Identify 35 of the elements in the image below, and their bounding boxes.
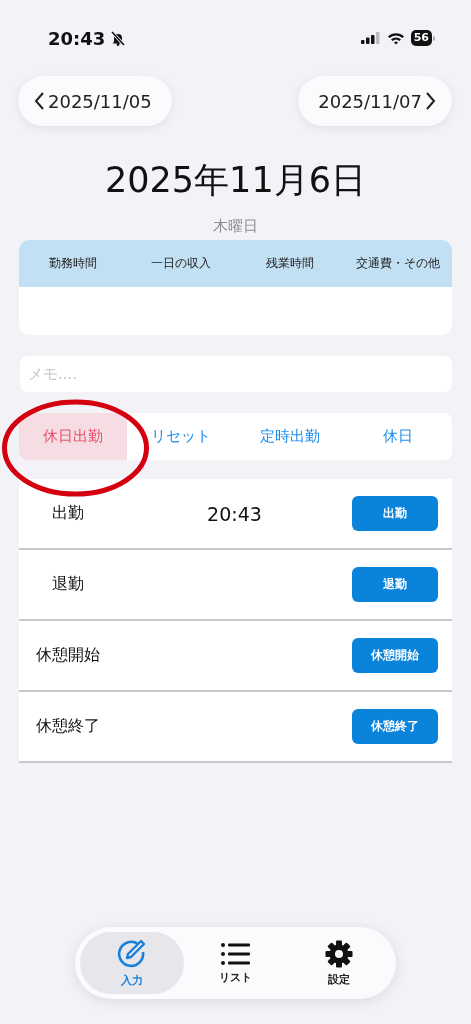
date-title: 2025年11月6日 — [105, 159, 366, 202]
punch-label: 出勤 — [51, 503, 85, 524]
previous-day-button[interactable]: 2025/11/05 — [18, 76, 172, 126]
punch-label: 退勤 — [51, 574, 85, 595]
chevron-left-icon — [34, 91, 45, 111]
list-icon — [220, 941, 251, 966]
pencil-circle-icon — [115, 938, 148, 969]
tab-button[interactable]: 入力 — [80, 932, 184, 994]
column-header: 残業時間 — [264, 255, 315, 272]
weekday-label: 木曜日 — [213, 216, 258, 236]
tab-button[interactable]: リスト — [183, 932, 288, 994]
punch-label: 休憩終了 — [35, 716, 101, 737]
next-day-button[interactable]: 2025/11/07 — [298, 76, 452, 126]
column-header: 交通費・その他 — [354, 255, 441, 272]
signal-icon — [360, 32, 381, 44]
punch-button[interactable]: 休憩開始 — [352, 638, 438, 673]
status-time: 20:43 — [48, 27, 106, 49]
mode-tab[interactable]: リセット — [127, 413, 236, 460]
chevron-right-icon — [425, 91, 436, 111]
punch-button[interactable]: 休憩終了 — [352, 709, 438, 744]
battery-level: 56 — [410, 30, 432, 46]
bell-slash-icon — [111, 30, 126, 46]
punch-label: 休憩開始 — [35, 645, 101, 666]
punch-time: 20:43 — [206, 502, 263, 525]
column-header: 勤務時間 — [48, 255, 99, 272]
gear-icon — [325, 939, 354, 968]
punch-button[interactable]: 出勤 — [352, 496, 438, 531]
mode-tab[interactable]: 休日出勤 — [19, 413, 128, 460]
column-header: 一日の収入 — [150, 255, 213, 272]
tab-button[interactable]: 設定 — [287, 932, 391, 994]
mode-tab[interactable]: 定時出勤 — [235, 413, 344, 460]
punch-button[interactable]: 退勤 — [352, 567, 438, 602]
memo-field[interactable]: メモ.... — [20, 356, 452, 392]
wifi-icon — [386, 31, 405, 45]
mode-tab[interactable]: 休日 — [343, 413, 452, 460]
